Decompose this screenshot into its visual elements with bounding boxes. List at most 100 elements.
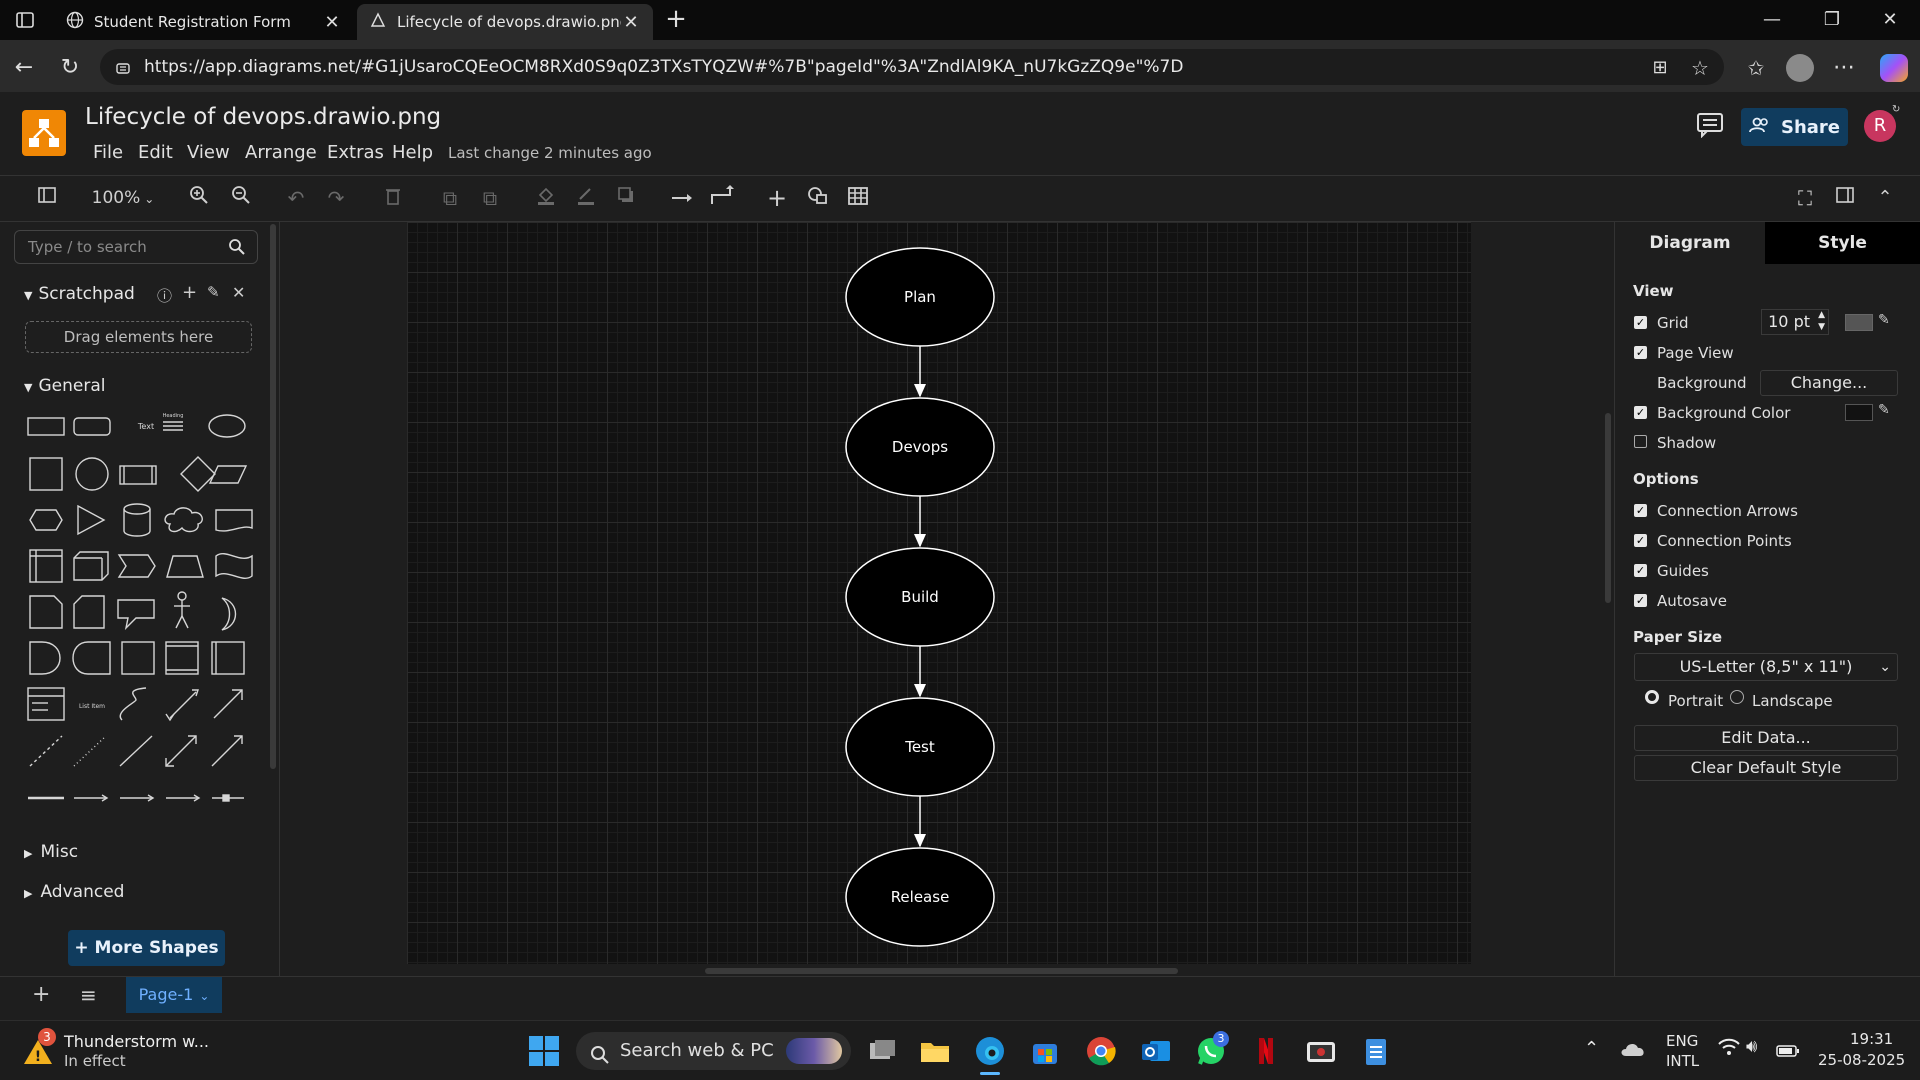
store-icon[interactable] <box>1029 1035 1061 1067</box>
pages-menu-icon[interactable]: ≡ <box>80 983 97 1007</box>
more-shapes-button[interactable]: + More Shapes <box>68 930 225 966</box>
shape-search-input[interactable]: Type / to search <box>14 230 258 264</box>
show-hidden-icons-icon[interactable]: ⌃ <box>1584 1038 1599 1059</box>
clock-date[interactable]: 25-08-2025 <box>1818 1051 1905 1069</box>
language-layout[interactable]: INTL <box>1666 1052 1699 1070</box>
volume-icon[interactable]: 🔊︎ <box>1746 1036 1757 1057</box>
format-panel-toggle-icon[interactable] <box>34 184 60 212</box>
menu-file[interactable]: File <box>93 142 123 163</box>
shadow-checkbox[interactable] <box>1634 435 1647 448</box>
restore-icon[interactable]: ❐ <box>1810 6 1854 34</box>
close-tab-icon[interactable]: ✕ <box>621 12 641 33</box>
photo-app-icon[interactable] <box>1305 1035 1337 1067</box>
grid-color-swatch[interactable] <box>1845 314 1873 331</box>
add-icon[interactable]: + <box>182 282 197 303</box>
close-icon[interactable]: ✕ <box>232 283 245 302</box>
delete-icon[interactable] <box>380 184 406 212</box>
onedrive-icon[interactable] <box>1620 1041 1646 1061</box>
background-color-checkbox[interactable]: ✓ <box>1634 406 1647 419</box>
background-color-swatch[interactable] <box>1845 404 1873 421</box>
table-icon[interactable] <box>844 184 872 212</box>
search-icon[interactable] <box>228 238 246 260</box>
drawio-logo-icon[interactable] <box>22 110 66 156</box>
tab-student-registration[interactable]: Student Registration Form ✕ <box>54 4 354 40</box>
add-page-icon[interactable]: + <box>32 982 50 1007</box>
diagram[interactable]: Plan Devops Build Test Release <box>407 222 1471 964</box>
tab-style[interactable]: Style <box>1765 222 1920 264</box>
more-options-icon[interactable]: ⋯ <box>1828 52 1860 84</box>
landscape-radio[interactable] <box>1730 690 1744 704</box>
page-view-checkbox[interactable]: ✓ <box>1634 346 1647 359</box>
to-back-icon[interactable]: ⧉ <box>477 184 503 212</box>
app-available-icon[interactable]: ⊞ <box>1644 52 1676 84</box>
tab-diagram[interactable]: Diagram <box>1615 222 1765 264</box>
task-view-icon[interactable] <box>866 1035 898 1067</box>
menu-edit[interactable]: Edit <box>138 142 173 163</box>
connection-points-checkbox[interactable]: ✓ <box>1634 534 1647 547</box>
comments-icon[interactable] <box>1696 112 1724 142</box>
menu-extras[interactable]: Extras <box>327 142 384 163</box>
collapse-chevron-icon[interactable]: ⌃ <box>1872 184 1898 212</box>
weather-widget[interactable]: ! 3 Thunderstorm w... In effect <box>20 1028 209 1074</box>
shapes-icon[interactable] <box>804 184 832 212</box>
last-change-status[interactable]: Last change 2 minutes ago <box>448 144 652 162</box>
eyedropper-icon[interactable]: ✎ <box>1878 402 1890 418</box>
new-tab-button[interactable]: + <box>662 4 690 34</box>
language-code[interactable]: ENG <box>1666 1032 1698 1050</box>
edge-browser-icon[interactable] <box>974 1035 1006 1067</box>
format-panel-icon[interactable] <box>1832 184 1858 212</box>
back-icon[interactable]: ← <box>8 52 40 84</box>
tab-actions-icon[interactable] <box>13 8 37 32</box>
advanced-header[interactable]: ▶ Advanced <box>24 882 124 902</box>
edit-pencil-icon[interactable]: ✎ <box>207 283 220 301</box>
chrome-icon[interactable] <box>1085 1035 1117 1067</box>
to-front-icon[interactable]: ⧉ <box>437 184 463 212</box>
close-tab-icon[interactable]: ✕ <box>322 12 342 33</box>
clear-default-style-button[interactable]: Clear Default Style <box>1634 755 1898 781</box>
taskbar-search[interactable]: Search web & PC <box>576 1032 851 1070</box>
general-header[interactable]: ▼ General <box>24 376 105 396</box>
windows-start-icon[interactable] <box>529 1036 559 1070</box>
clock-time[interactable]: 19:31 <box>1850 1030 1893 1048</box>
document-title[interactable]: Lifecycle of devops.drawio.png <box>85 104 441 130</box>
shadow-icon[interactable] <box>613 184 639 212</box>
tab-drawio[interactable]: Lifecycle of devops.drawio.png - ( ✕ <box>357 4 653 40</box>
profile-icon[interactable] <box>1786 54 1814 82</box>
horizontal-scrollbar[interactable] <box>705 968 1178 974</box>
waypoints-icon[interactable] <box>708 184 736 212</box>
shape-palette[interactable]: Text Heading List Item <box>18 406 258 812</box>
minimize-icon[interactable]: — <box>1750 6 1794 34</box>
battery-icon[interactable] <box>1776 1043 1800 1061</box>
scratchpad-drop-zone[interactable]: Drag elements here <box>25 321 252 353</box>
window-close-icon[interactable]: ✕ <box>1868 6 1912 34</box>
address-bar[interactable]: https://app.diagrams.net/#G1jUsaroCQEeOC… <box>100 49 1724 85</box>
vertical-scrollbar[interactable] <box>1605 413 1611 603</box>
zoom-dropdown[interactable]: 100% ⌄ <box>88 184 158 212</box>
outlook-icon[interactable] <box>1140 1035 1172 1067</box>
wifi-icon[interactable] <box>1718 1038 1740 1061</box>
redo-icon[interactable]: ↷ <box>323 184 349 212</box>
connection-arrows-checkbox[interactable]: ✓ <box>1634 504 1647 517</box>
insert-icon[interactable]: + <box>764 184 790 212</box>
notepad-icon[interactable] <box>1360 1035 1392 1067</box>
copilot-icon[interactable] <box>1880 54 1908 82</box>
grid-checkbox[interactable]: ✓ <box>1634 316 1647 329</box>
zoom-out-icon[interactable] <box>228 184 254 212</box>
fill-color-icon[interactable] <box>533 184 559 212</box>
scratchpad-header[interactable]: ▼ Scratchpad <box>24 284 135 304</box>
misc-header[interactable]: ▶ Misc <box>24 842 78 862</box>
reload-icon[interactable]: ↻ <box>54 52 86 84</box>
favorites-icon[interactable]: ✩ <box>1740 52 1772 84</box>
menu-view[interactable]: View <box>187 142 230 163</box>
shapes-scrollbar[interactable] <box>270 224 276 769</box>
portrait-radio[interactable] <box>1645 690 1659 704</box>
page-tab[interactable]: Page-1 ⌄ <box>126 977 222 1013</box>
line-color-icon[interactable] <box>573 184 599 212</box>
share-button[interactable]: Share <box>1741 108 1848 146</box>
file-explorer-icon[interactable] <box>919 1035 951 1067</box>
paper-size-select[interactable]: US-Letter (8,5" x 11") ⌄ <box>1634 653 1898 681</box>
stepper-arrows-icon[interactable]: ▲ ▼ <box>1818 309 1825 333</box>
menu-arrange[interactable]: Arrange <box>245 142 317 163</box>
connection-icon[interactable] <box>668 184 696 212</box>
netflix-icon[interactable] <box>1250 1035 1282 1067</box>
